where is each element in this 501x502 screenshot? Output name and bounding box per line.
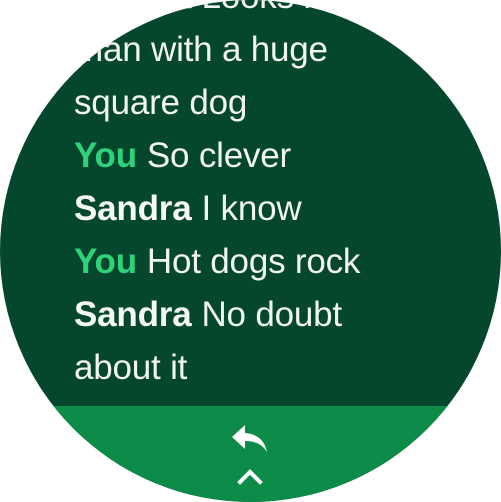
- message-text: Hot dogs rock: [146, 242, 361, 281]
- message-text: I know: [201, 189, 302, 228]
- chevron-up-icon: [237, 469, 263, 485]
- message-item: Sandra No doubt about it: [74, 288, 434, 394]
- watch-screen: SandraLooks like a man with a huge squar…: [0, 0, 501, 502]
- message-item: SandraLooks like a man with a huge squar…: [74, 0, 434, 129]
- message-text: Looks like a man with a huge square dog: [74, 0, 384, 122]
- expand-button[interactable]: [236, 466, 264, 486]
- message-text: So clever: [146, 136, 292, 175]
- message-item: You Hot dogs rock: [74, 235, 434, 288]
- reply-button[interactable]: [229, 421, 271, 457]
- sender-name: You: [74, 136, 137, 175]
- sender-name: Sandra: [74, 295, 192, 334]
- sender-name: You: [74, 242, 137, 281]
- sender-name: Sandra: [74, 0, 192, 16]
- reply-icon: [232, 425, 267, 452]
- sender-name: Sandra: [74, 189, 192, 228]
- message-list[interactable]: SandraLooks like a man with a huge squar…: [74, 0, 434, 394]
- message-item: You So clever: [74, 129, 434, 182]
- message-item: Sandra I know: [74, 182, 434, 235]
